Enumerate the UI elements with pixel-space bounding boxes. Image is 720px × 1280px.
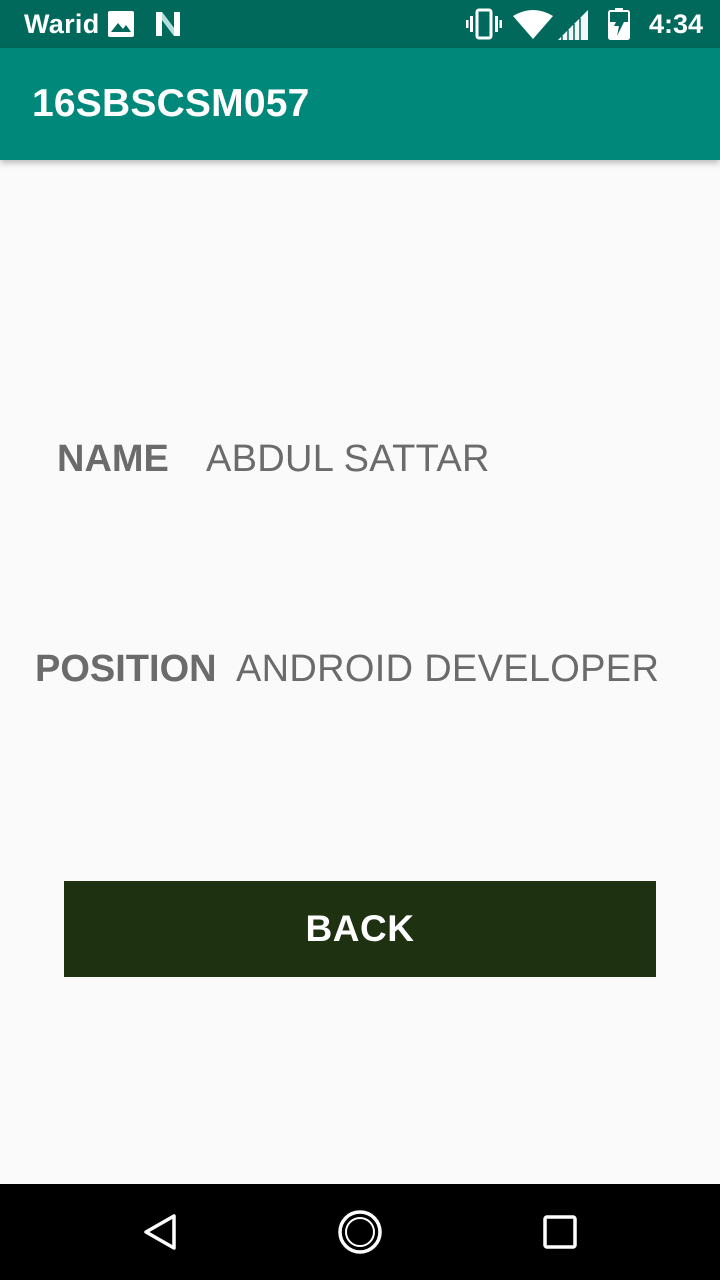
app-title: 16SBSCSM057 bbox=[32, 82, 310, 125]
wifi-icon bbox=[513, 10, 553, 39]
recents-square-icon[interactable] bbox=[536, 1208, 584, 1256]
status-time: 4:34 bbox=[649, 9, 704, 39]
signal-icon bbox=[558, 10, 588, 40]
navigation-bar bbox=[0, 1184, 720, 1280]
name-value: ABDUL SATTAR bbox=[206, 438, 490, 480]
battery-icon bbox=[608, 8, 630, 40]
status-bar: Warid 4:34 bbox=[0, 0, 720, 48]
position-value: ANDROID DEVELOPER bbox=[236, 648, 660, 690]
vibrate-icon bbox=[466, 8, 502, 40]
home-circle-icon[interactable] bbox=[336, 1208, 384, 1256]
image-icon bbox=[108, 11, 134, 37]
back-button[interactable]: BACK bbox=[64, 881, 656, 977]
n-icon bbox=[156, 12, 180, 36]
carrier-name: Warid bbox=[24, 9, 100, 39]
app-bar: 16SBSCSM057 bbox=[0, 48, 720, 160]
back-triangle-icon[interactable] bbox=[136, 1208, 184, 1256]
name-label: NAME bbox=[57, 438, 169, 480]
position-label: POSITION bbox=[35, 648, 217, 690]
